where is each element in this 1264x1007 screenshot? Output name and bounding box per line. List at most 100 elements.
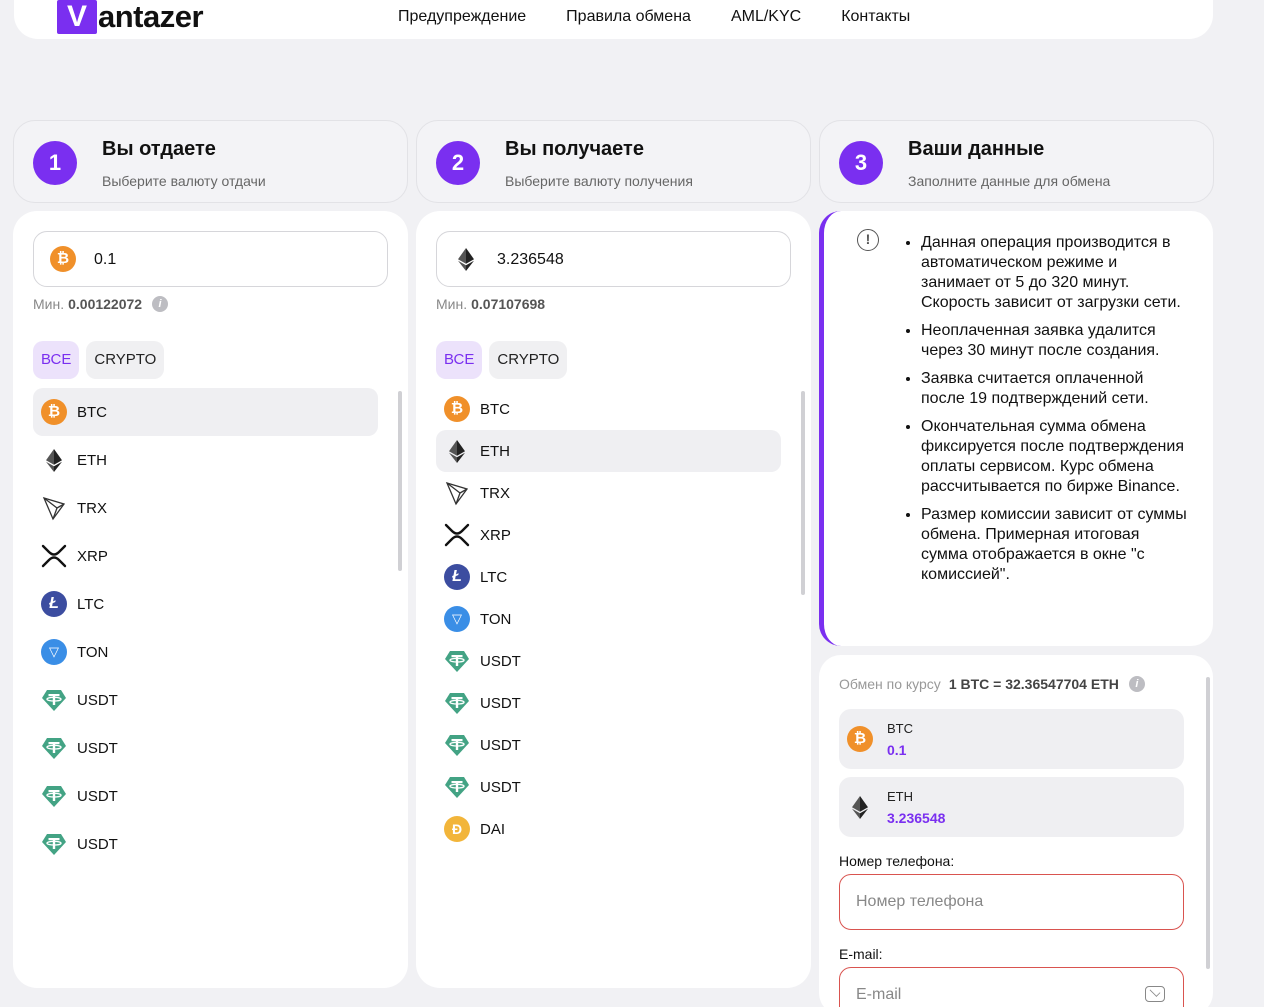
summary-give-box: ₿ BTC 0.1: [839, 709, 1184, 769]
top-header: V antazer Предупреждение Правила обмена …: [14, 0, 1213, 39]
step-subtitle: Заполните данные для обмена: [908, 173, 1111, 189]
nav-aml-kyc[interactable]: AML/KYC: [731, 8, 801, 26]
currency-item-xrp[interactable]: XRP: [33, 532, 378, 580]
currency-item-eth[interactable]: ETH: [436, 430, 781, 472]
email-placeholder: E-mail: [856, 986, 902, 1003]
info-notice: ! Данная операция производится в автомат…: [819, 211, 1213, 646]
notice-item: Окончательная сумма обмена фиксируется п…: [921, 417, 1189, 497]
xrp-icon: [444, 522, 470, 548]
step-number: 3: [839, 141, 883, 185]
ton-icon: ▽: [41, 639, 67, 665]
trx-icon: [444, 480, 470, 506]
logo-mark: V: [57, 0, 97, 34]
info-icon[interactable]: i: [152, 296, 169, 312]
currency-item-ton[interactable]: ▽ TON: [436, 598, 781, 640]
phone-field[interactable]: Номер телефона: [839, 874, 1184, 930]
currency-item-usdt[interactable]: USDT: [33, 676, 378, 724]
notice-item: Данная операция производится в автоматич…: [921, 233, 1189, 313]
currency-ticker: XRP: [480, 526, 511, 544]
filter-all[interactable]: ВСЕ: [33, 341, 80, 379]
min-value: 0.07107698: [471, 296, 546, 312]
notice-item: Неоплаченная заявка удалится через 30 ми…: [921, 321, 1189, 361]
step-title: Вы отдаете: [102, 138, 216, 160]
currency-ticker: USDT: [77, 835, 118, 853]
currency-ticker: LTC: [480, 568, 508, 586]
notice-list: Данная операция производится в автоматич…: [899, 233, 1189, 593]
currency-ticker: BTC: [480, 400, 510, 418]
ltc-icon: Ł: [444, 564, 470, 590]
currency-item-ltc[interactable]: Ł LTC: [33, 580, 378, 628]
currency-item-trx[interactable]: TRX: [436, 472, 781, 514]
currency-ticker: USDT: [77, 691, 118, 709]
currency-ticker: USDT: [480, 652, 521, 670]
currency-ticker: TON: [77, 643, 109, 661]
filter-all[interactable]: ВСЕ: [436, 341, 483, 379]
nav-exchange-rules[interactable]: Правила обмена: [566, 8, 691, 26]
filter-crypto[interactable]: CRYPTO: [489, 341, 568, 379]
btc-icon: ₿: [41, 399, 67, 425]
min-label: Мин.: [33, 296, 65, 312]
currency-item-usdt[interactable]: USDT: [33, 820, 378, 868]
email-label: E-mail:: [839, 946, 883, 962]
currency-item-usdt[interactable]: USDT: [436, 766, 781, 808]
receive-filters: ВСЕ CRYPTO: [436, 341, 568, 379]
currency-item-xrp[interactable]: XRP: [436, 514, 781, 556]
step-subtitle: Выберите валюту отдачи: [102, 173, 266, 189]
currency-ticker: TON: [480, 610, 512, 628]
min-value: 0.00122072: [68, 296, 143, 312]
exclamation-circle-icon: !: [857, 229, 879, 251]
step-title: Ваши данные: [908, 138, 1045, 160]
usdt-icon: [444, 732, 470, 758]
currency-item-btc[interactable]: ₿ BTC: [33, 388, 378, 436]
rate-label: Обмен по курсу: [839, 676, 941, 692]
currency-item-usdt[interactable]: USDT: [33, 772, 378, 820]
usdt-icon: [41, 831, 67, 857]
currency-item-usdt[interactable]: USDT: [436, 724, 781, 766]
currency-item-dai[interactable]: Ð DAI: [436, 808, 781, 850]
envelope-icon: [1145, 986, 1165, 1002]
currency-ticker: USDT: [77, 787, 118, 805]
step-title: Вы получаете: [505, 138, 644, 160]
eth-icon: [453, 246, 479, 272]
currency-ticker: ETH: [77, 451, 107, 469]
give-panel: ₿ 0.1 Мин. 0.00122072 i ВСЕ CRYPTO ₿ BTC E…: [13, 211, 408, 988]
step-details: 3 Ваши данные Заполните данные для обмен…: [819, 120, 1214, 203]
currency-ticker: TRX: [480, 484, 510, 502]
currency-ticker: LTC: [77, 595, 105, 613]
logo[interactable]: V antazer: [57, 0, 204, 34]
usdt-icon: [41, 783, 67, 809]
min-label: Мин.: [436, 296, 468, 312]
notice-item: Размер комиссии зависит от суммы обмена.…: [921, 505, 1189, 585]
xrp-icon: [41, 543, 67, 569]
scrollbar[interactable]: [398, 391, 402, 571]
btc-icon: ₿: [444, 396, 470, 422]
filter-crypto[interactable]: CRYPTO: [86, 341, 165, 379]
currency-ticker: USDT: [480, 694, 521, 712]
step-receive: 2 Вы получаете Выберите валюту получения: [416, 120, 811, 203]
receive-amount-input[interactable]: 3.236548: [436, 231, 791, 287]
nav-warning[interactable]: Предупреждение: [398, 8, 526, 26]
nav-contacts[interactable]: Контакты: [841, 8, 910, 26]
currency-item-usdt[interactable]: USDT: [436, 640, 781, 682]
currency-item-usdt[interactable]: USDT: [436, 682, 781, 724]
currency-item-ton[interactable]: ▽ TON: [33, 628, 378, 676]
scrollbar[interactable]: [1206, 677, 1210, 969]
give-amount-input[interactable]: ₿ 0.1: [33, 231, 388, 287]
btc-icon: ₿: [847, 726, 873, 752]
email-field[interactable]: E-mail: [839, 967, 1184, 1007]
phone-label: Номер телефона:: [839, 853, 955, 869]
scrollbar[interactable]: [801, 391, 805, 595]
exchange-rate: Обмен по курсу 1 BTC = 32.36547704 ETH i: [839, 676, 1145, 692]
info-icon[interactable]: i: [1128, 676, 1145, 692]
currency-item-ltc[interactable]: Ł LTC: [436, 556, 781, 598]
currency-item-usdt[interactable]: USDT: [33, 724, 378, 772]
currency-ticker: TRX: [77, 499, 107, 517]
currency-item-trx[interactable]: TRX: [33, 484, 378, 532]
receive-min-amount: Мин. 0.07107698: [436, 296, 545, 312]
phone-placeholder: Номер телефона: [856, 893, 984, 910]
currency-ticker: BTC: [77, 403, 107, 421]
usdt-icon: [444, 690, 470, 716]
currency-item-btc[interactable]: ₿ BTC: [436, 388, 781, 430]
receive-amount-value: 3.236548: [497, 251, 564, 268]
currency-item-eth[interactable]: ETH: [33, 436, 378, 484]
